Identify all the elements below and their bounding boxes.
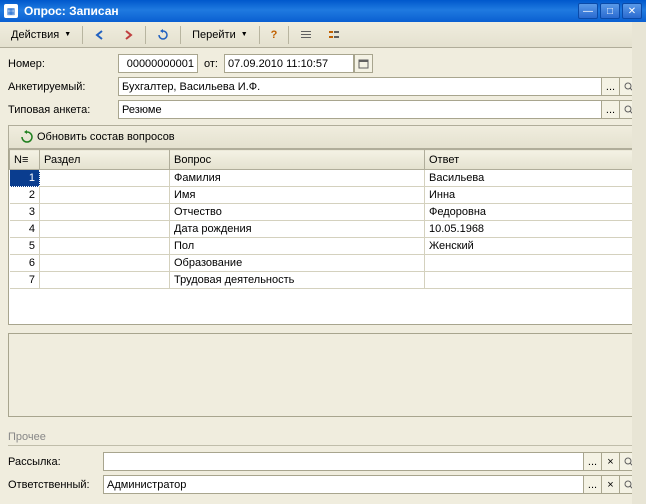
forward-button[interactable]	[115, 25, 141, 45]
questions-grid[interactable]: N≡ Раздел Вопрос Ответ 1 ФамилияВасильева…	[8, 149, 638, 325]
refresh-questions-button[interactable]: Обновить состав вопросов	[13, 127, 182, 147]
table-row[interactable]: 6 Образование	[10, 255, 637, 272]
cell-otvet[interactable]	[425, 255, 637, 272]
settings-button[interactable]	[321, 25, 347, 45]
toolbar-separator	[82, 26, 83, 44]
col-header-razdel[interactable]: Раздел	[40, 150, 170, 170]
cell-n[interactable]: 2	[10, 187, 40, 204]
mailing-clear-button[interactable]: ×	[601, 452, 620, 471]
toolbar-separator	[259, 26, 260, 44]
refresh-questions-label: Обновить состав вопросов	[37, 131, 175, 143]
table-row[interactable]: 3 ОтчествоФедоровна	[10, 204, 637, 221]
cell-razdel[interactable]	[40, 272, 170, 289]
mailing-label: Рассылка:	[8, 456, 103, 468]
refresh-button[interactable]	[150, 25, 176, 45]
cell-vopros[interactable]: Дата рождения	[170, 221, 425, 238]
content-area: Номер: от: Анкетируемый: ... Типовая анк…	[0, 48, 646, 504]
cell-razdel[interactable]	[40, 238, 170, 255]
cell-vopros[interactable]: Отчество	[170, 204, 425, 221]
cell-razdel[interactable]	[40, 187, 170, 204]
table-row[interactable]: 1 ФамилияВасильева	[10, 170, 637, 187]
from-label: от:	[198, 58, 224, 70]
cell-razdel[interactable]	[40, 204, 170, 221]
responsible-select-button[interactable]: ...	[583, 475, 602, 494]
cell-vopros[interactable]: Фамилия	[170, 170, 425, 187]
window-title: Опрос: Записан	[24, 4, 576, 18]
section-underline	[8, 445, 638, 446]
actions-menu[interactable]: Действия▼	[4, 25, 78, 45]
cell-otvet[interactable]: Федоровна	[425, 204, 637, 221]
cell-otvet[interactable]	[425, 272, 637, 289]
calendar-button[interactable]	[354, 54, 373, 73]
cell-otvet[interactable]: Инна	[425, 187, 637, 204]
mailing-select-button[interactable]: ...	[583, 452, 602, 471]
interviewee-label: Анкетируемый:	[8, 81, 118, 93]
back-button[interactable]	[87, 25, 113, 45]
refresh-icon	[157, 29, 169, 41]
cell-vopros[interactable]: Образование	[170, 255, 425, 272]
cell-otvet[interactable]: Женский	[425, 238, 637, 255]
forward-icon	[122, 29, 134, 41]
number-label: Номер:	[8, 58, 118, 70]
cell-vopros[interactable]: Пол	[170, 238, 425, 255]
cell-vopros[interactable]: Трудовая деятельность	[170, 272, 425, 289]
cell-razdel[interactable]	[40, 170, 170, 187]
table-toolbar: Обновить состав вопросов	[8, 125, 638, 149]
grid-header-row: N≡ Раздел Вопрос Ответ	[10, 150, 637, 170]
close-button[interactable]: ✕	[622, 3, 642, 19]
responsible-label: Ответственный:	[8, 479, 103, 491]
template-label: Типовая анкета:	[8, 104, 118, 116]
toolbar-separator	[180, 26, 181, 44]
interviewee-input[interactable]	[118, 77, 602, 96]
titlebar: ▦ Опрос: Записан — □ ✕	[0, 0, 646, 22]
help-button[interactable]: ?	[264, 25, 285, 45]
cell-n[interactable]: 6	[10, 255, 40, 272]
maximize-button[interactable]: □	[600, 3, 620, 19]
cell-n[interactable]: 1	[10, 170, 40, 187]
cell-razdel[interactable]	[40, 255, 170, 272]
cell-n[interactable]: 3	[10, 204, 40, 221]
mailing-input[interactable]	[103, 452, 584, 471]
toolbar-separator	[145, 26, 146, 44]
minimize-button[interactable]: —	[578, 3, 598, 19]
table-row[interactable]: 2 ИмяИнна	[10, 187, 637, 204]
table-row[interactable]: 4 Дата рождения10.05.1968	[10, 221, 637, 238]
list-button[interactable]	[293, 25, 319, 45]
date-input[interactable]	[224, 54, 354, 73]
back-icon	[94, 29, 106, 41]
list-icon	[300, 29, 312, 41]
side-strip	[632, 22, 646, 504]
cell-otvet[interactable]: Васильева	[425, 170, 637, 187]
cell-otvet[interactable]: 10.05.1968	[425, 221, 637, 238]
cell-vopros[interactable]: Имя	[170, 187, 425, 204]
number-input[interactable]	[118, 54, 198, 73]
cell-n[interactable]: 5	[10, 238, 40, 255]
table-row[interactable]: 7 Трудовая деятельность	[10, 272, 637, 289]
settings-icon	[328, 29, 340, 41]
app-icon: ▦	[4, 4, 18, 18]
cell-razdel[interactable]	[40, 221, 170, 238]
memo-area[interactable]	[8, 333, 638, 417]
toolbar-separator	[288, 26, 289, 44]
col-header-otvet[interactable]: Ответ	[425, 150, 637, 170]
calendar-icon	[358, 58, 369, 69]
main-toolbar: Действия▼ Перейти▼ ?	[0, 22, 646, 48]
col-header-n[interactable]: N≡	[10, 150, 40, 170]
responsible-clear-button[interactable]: ×	[601, 475, 620, 494]
refresh-icon	[20, 130, 34, 144]
cell-n[interactable]: 4	[10, 221, 40, 238]
interviewee-select-button[interactable]: ...	[601, 77, 620, 96]
responsible-input[interactable]	[103, 475, 584, 494]
table-row[interactable]: 5 ПолЖенский	[10, 238, 637, 255]
template-select-button[interactable]: ...	[601, 100, 620, 119]
other-section-label: Прочее	[8, 431, 638, 443]
template-input[interactable]	[118, 100, 602, 119]
goto-menu[interactable]: Перейти▼	[185, 25, 255, 45]
col-header-vopros[interactable]: Вопрос	[170, 150, 425, 170]
cell-n[interactable]: 7	[10, 272, 40, 289]
